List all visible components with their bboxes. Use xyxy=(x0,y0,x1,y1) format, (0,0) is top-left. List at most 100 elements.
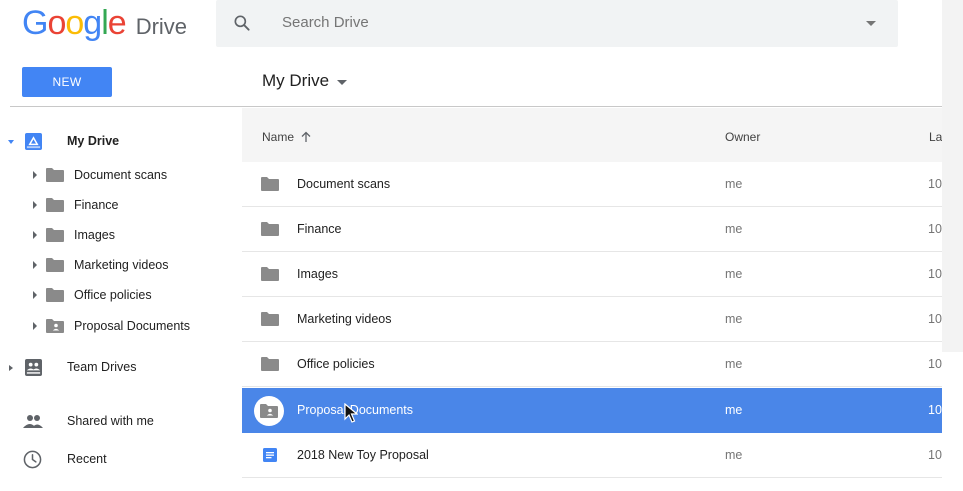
shared-folder-icon xyxy=(46,319,64,333)
logo-letter: g xyxy=(83,4,102,42)
column-header-last-modified[interactable]: La xyxy=(929,130,942,144)
file-owner: me xyxy=(725,222,743,236)
selection-circle xyxy=(254,396,284,426)
app-header: Google Drive xyxy=(0,0,963,56)
file-last-modified: 10 xyxy=(928,403,942,417)
caret-down-icon xyxy=(337,79,348,85)
sidebar-item-proposal-documents[interactable]: Proposal Documents xyxy=(0,314,240,338)
folder-icon xyxy=(46,288,64,302)
folder-icon xyxy=(261,177,279,191)
expand-arrow-icon[interactable] xyxy=(33,291,37,299)
my-drive-icon xyxy=(25,133,42,150)
expand-arrow-icon[interactable] xyxy=(33,231,37,239)
column-header-owner[interactable]: Owner xyxy=(725,130,760,144)
search-bar[interactable] xyxy=(216,0,898,47)
file-name: Finance xyxy=(297,222,342,236)
table-row[interactable]: Document scans me 10 xyxy=(242,162,942,207)
expand-arrow-icon[interactable] xyxy=(33,322,37,330)
sidebar-item-marketing-videos[interactable]: Marketing videos xyxy=(0,253,240,277)
file-last-modified: 10 xyxy=(928,222,942,236)
file-name: Images xyxy=(297,267,338,281)
search-icon[interactable] xyxy=(232,13,252,33)
column-label: Name xyxy=(262,130,295,144)
sidebar-item-label: Document scans xyxy=(74,168,168,182)
sidebar-item-my-drive[interactable]: My Drive xyxy=(0,128,240,156)
file-name: Document scans xyxy=(297,177,391,191)
product-name: Drive xyxy=(135,14,188,39)
folder-icon xyxy=(261,312,279,326)
google-drive-logo[interactable]: Google Drive xyxy=(22,4,187,43)
file-last-modified: 10 xyxy=(928,312,942,326)
sidebar-item-images[interactable]: Images xyxy=(0,223,240,247)
arrow-up-icon[interactable] xyxy=(300,131,312,143)
sidebar-item-recent[interactable]: Recent xyxy=(0,446,240,474)
folder-icon xyxy=(261,357,279,371)
file-last-modified: 10 xyxy=(928,267,942,281)
google-doc-icon xyxy=(263,448,277,462)
search-input[interactable] xyxy=(282,14,802,31)
header-divider xyxy=(10,106,942,107)
table-row[interactable]: 2018 New Toy Proposal me 10 xyxy=(242,433,942,478)
expand-arrow-icon[interactable] xyxy=(33,171,37,179)
logo-letter: o xyxy=(65,4,84,42)
file-last-modified: 10 xyxy=(928,448,942,462)
expand-arrow-icon[interactable] xyxy=(33,261,37,269)
table-row[interactable]: Office policies me 10 xyxy=(242,342,942,387)
file-name: Office policies xyxy=(297,357,375,371)
table-row[interactable]: Images me 10 xyxy=(242,252,942,297)
file-name: Marketing videos xyxy=(297,312,392,326)
shared-folder-icon xyxy=(260,404,278,418)
team-drives-icon xyxy=(25,359,42,376)
caret-down-icon[interactable] xyxy=(866,21,876,26)
sidebar-item-label: Office policies xyxy=(74,288,152,302)
logo-letter: o xyxy=(47,4,66,42)
sidebar-item-label: Recent xyxy=(67,452,107,466)
mouse-cursor-icon xyxy=(344,403,358,423)
sidebar-item-finance[interactable]: Finance xyxy=(0,193,240,217)
sidebar-item-label: My Drive xyxy=(67,134,120,148)
expand-arrow-icon[interactable] xyxy=(33,201,37,209)
folder-icon xyxy=(261,267,279,281)
expand-arrow-icon[interactable] xyxy=(9,365,13,371)
folder-icon xyxy=(46,168,64,182)
column-header-name[interactable]: Name xyxy=(262,130,312,144)
file-list: Name Owner La Document scans me 10 Finan… xyxy=(242,108,942,491)
logo-letter: G xyxy=(22,4,48,42)
new-button[interactable]: NEW xyxy=(22,67,112,97)
sidebar: My Drive Document scans Finance Images M… xyxy=(0,108,240,491)
sidebar-item-shared-with-me[interactable]: Shared with me xyxy=(0,408,240,436)
clock-icon xyxy=(23,450,42,469)
file-owner: me xyxy=(725,312,743,326)
file-owner: me xyxy=(725,267,743,281)
sidebar-item-label: Team Drives xyxy=(67,360,137,374)
folder-icon xyxy=(46,258,64,272)
page-title: My Drive xyxy=(262,71,330,90)
location-dropdown[interactable]: My Drive xyxy=(262,71,348,91)
sidebar-item-label: Images xyxy=(74,228,115,242)
file-owner: me xyxy=(725,177,743,191)
file-list-header: Name Owner La xyxy=(242,108,942,162)
sidebar-item-document-scans[interactable]: Document scans xyxy=(0,163,240,187)
google-wordmark: Google xyxy=(22,4,127,43)
sidebar-item-label: Shared with me xyxy=(67,414,154,428)
file-owner: me xyxy=(725,403,743,417)
folder-icon xyxy=(46,198,64,212)
file-last-modified: 10 xyxy=(928,177,942,191)
people-icon xyxy=(23,415,43,428)
folder-icon xyxy=(261,222,279,236)
file-last-modified: 10 xyxy=(928,357,942,371)
scrollbar-track[interactable] xyxy=(942,0,963,352)
sidebar-item-team-drives[interactable]: Team Drives xyxy=(0,354,240,382)
file-name: 2018 New Toy Proposal xyxy=(297,448,429,462)
file-owner: me xyxy=(725,357,743,371)
table-row[interactable]: Finance me 10 xyxy=(242,207,942,252)
logo-letter: e xyxy=(107,4,127,42)
sidebar-item-label: Proposal Documents xyxy=(74,319,191,333)
sidebar-item-label: Finance xyxy=(74,198,119,212)
sidebar-item-office-policies[interactable]: Office policies xyxy=(0,283,240,307)
file-owner: me xyxy=(725,448,743,462)
folder-icon xyxy=(46,228,64,242)
sidebar-item-label: Marketing videos xyxy=(74,258,169,272)
expand-arrow-icon[interactable] xyxy=(8,140,14,144)
table-row[interactable]: Marketing videos me 10 xyxy=(242,297,942,342)
